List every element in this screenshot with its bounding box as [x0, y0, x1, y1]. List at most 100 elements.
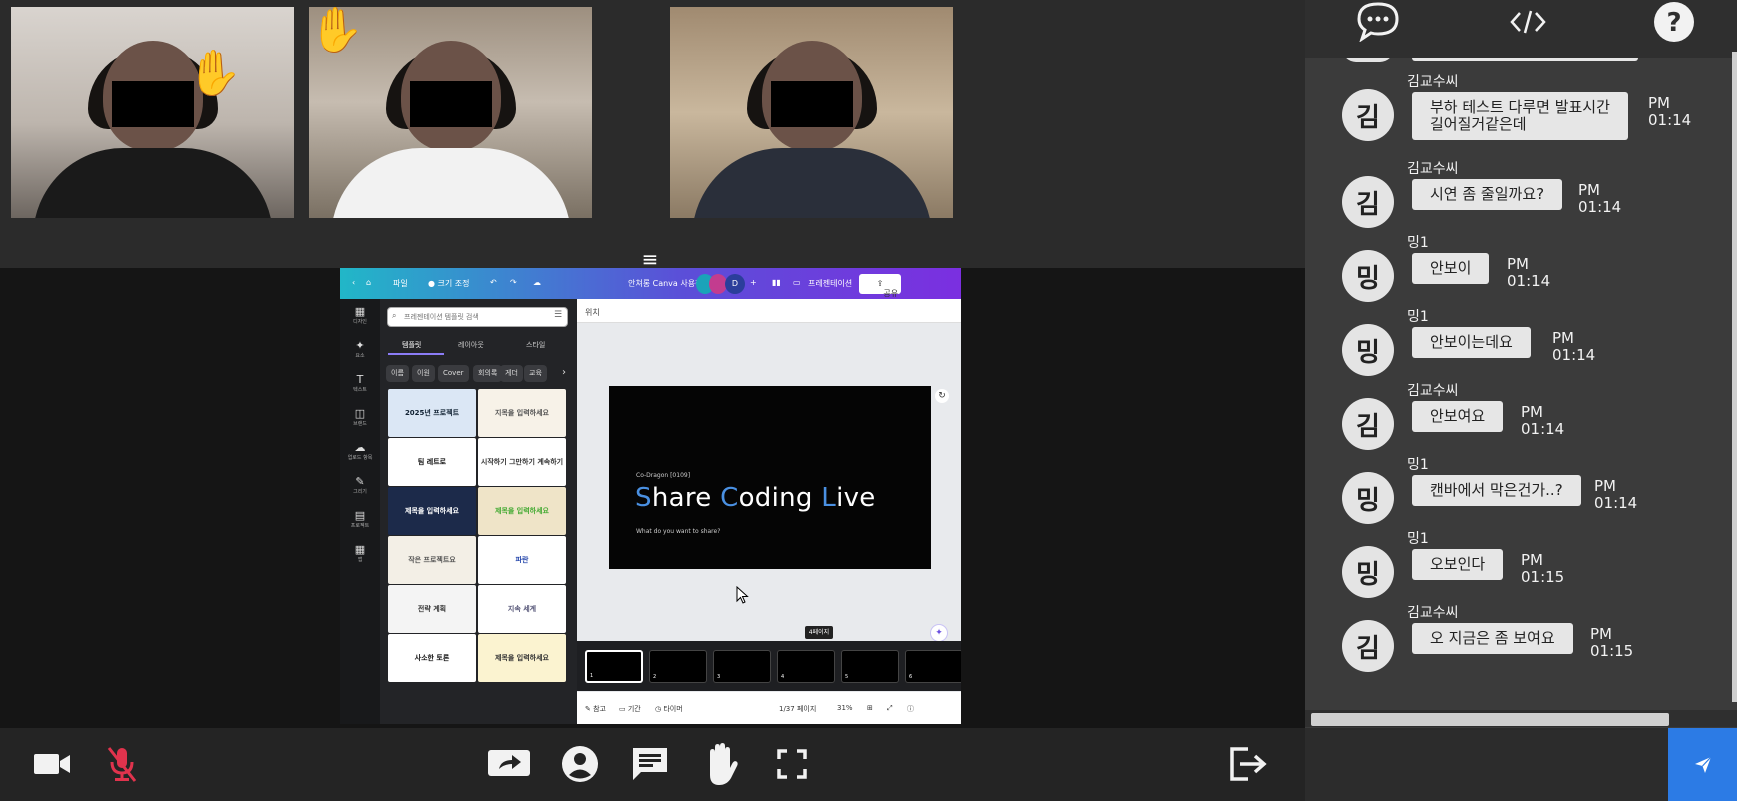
message-time: PM 01:14: [1594, 478, 1637, 512]
message-bubble[interactable]: 안보여요: [1412, 401, 1504, 432]
filter-chip[interactable]: 교육: [524, 365, 547, 382]
timer-button[interactable]: ◷ 타이머: [655, 704, 683, 714]
mouse-cursor-icon: [736, 586, 749, 604]
help-icon[interactable]: ⓘ: [907, 704, 914, 714]
template-search-input[interactable]: [387, 307, 568, 327]
template-thumbnail[interactable]: 2025년 프로젝트: [388, 389, 476, 437]
present-icon[interactable]: ▭: [793, 278, 801, 287]
resize-menu[interactable]: ● 크기 조정: [428, 278, 470, 289]
template-thumbnail[interactable]: 제목을 입력하세요: [478, 634, 566, 682]
rail-item-0[interactable]: ▦ 디자인: [340, 305, 380, 335]
filter-chip[interactable]: 이름: [386, 365, 409, 382]
back-chevron-icon[interactable]: ‹: [352, 278, 355, 287]
zoom-level[interactable]: 31%: [837, 704, 853, 712]
camera-toggle-button[interactable]: [26, 738, 78, 790]
tab-layouts[interactable]: 레이아웃: [458, 340, 484, 350]
rail-icon: ☁: [354, 441, 366, 454]
filter-chip[interactable]: 게더: [500, 365, 523, 382]
current-slide[interactable]: Co-Dragon [0109] Share Coding Live What …: [609, 386, 931, 569]
template-thumbnail[interactable]: 작은 프로젝트요: [388, 536, 476, 584]
rail-item-3[interactable]: ◫ 브랜드: [340, 407, 380, 437]
tab-styles[interactable]: 스타일: [526, 340, 545, 350]
slide-frame[interactable]: 6: [905, 650, 961, 683]
participant-video-2[interactable]: ✋: [309, 7, 592, 218]
page-count[interactable]: 1/37 페이지: [779, 704, 816, 714]
filter-icon[interactable]: ☰: [554, 310, 562, 320]
template-thumbnail[interactable]: 지목을 입력하세요: [478, 389, 566, 437]
slide-frame[interactable]: 4: [777, 650, 835, 683]
message-bubble[interactable]: 안보이는데요: [1412, 327, 1531, 358]
template-thumbnail[interactable]: 제목을 입력하세요: [388, 487, 476, 535]
help-icon[interactable]: ?: [1650, 0, 1698, 44]
chat-horizontal-scrollbar[interactable]: [1305, 710, 1737, 727]
fullscreen-button[interactable]: [766, 738, 818, 790]
refresh-icon[interactable]: ↻: [935, 389, 949, 403]
chat-message-input[interactable]: [1305, 728, 1668, 801]
rail-item-1[interactable]: ✦ 요소: [340, 339, 380, 369]
slide-frame[interactable]: 5: [841, 650, 899, 683]
template-thumbnail[interactable]: 전략 계획: [388, 585, 476, 633]
grid-view-icon[interactable]: ⊞: [867, 704, 873, 712]
message-time: PM 01:14: [1578, 182, 1621, 216]
avatar: 김: [1342, 620, 1394, 672]
file-menu[interactable]: 파일: [393, 278, 408, 289]
participant-video-1[interactable]: ✋: [11, 7, 294, 218]
code-icon[interactable]: [1504, 0, 1552, 44]
template-thumbnail[interactable]: 사소한 토론: [388, 634, 476, 682]
time-clock: 01:14: [1552, 346, 1596, 364]
title-letter: S: [635, 483, 652, 513]
participant-video-3[interactable]: [670, 7, 953, 218]
message-bubble[interactable]: 안보이: [1412, 253, 1490, 284]
home-icon[interactable]: ⌂: [366, 278, 371, 287]
template-thumbnail[interactable]: 파란: [478, 536, 566, 584]
filter-chip[interactable]: 회의록: [473, 365, 503, 382]
redo-icon[interactable]: ↷: [510, 278, 517, 287]
message-bubble[interactable]: 캔바에서 막은건가..?: [1412, 475, 1581, 506]
chat-toggle-button[interactable]: [624, 738, 676, 790]
scrollbar-thumb[interactable]: [1311, 713, 1669, 726]
slide-frame[interactable]: 2: [649, 650, 707, 683]
notes-button[interactable]: ✎ 참고: [585, 704, 606, 714]
slide-frame[interactable]: 1: [585, 650, 643, 683]
participants-button[interactable]: [554, 738, 606, 790]
cloud-save-icon[interactable]: ☁: [533, 278, 541, 287]
presentation-button[interactable]: 프레젠테이션: [808, 278, 852, 289]
mic-toggle-button[interactable]: [96, 738, 148, 790]
message-bubble[interactable]: 오 지금은 좀 보여요: [1412, 623, 1573, 654]
chat-bubble-icon[interactable]: [1354, 0, 1402, 44]
user-avatar[interactable]: D: [725, 274, 745, 294]
rail-item-7[interactable]: ▦ 앱: [340, 543, 380, 573]
rail-icon: ▤: [354, 509, 366, 522]
rail-icon: ▦: [354, 305, 366, 318]
filter-chip[interactable]: 이원: [412, 365, 435, 382]
send-button[interactable]: [1668, 728, 1737, 801]
undo-icon[interactable]: ↶: [490, 278, 497, 287]
tab-templates[interactable]: 템플릿: [402, 340, 421, 350]
screen-share-button[interactable]: [483, 738, 535, 790]
duration-button[interactable]: ▭ 기간: [619, 704, 641, 714]
rail-item-6[interactable]: ▤ 프로젝트: [340, 509, 380, 539]
fullscreen-icon[interactable]: ⤢: [887, 704, 893, 713]
leave-meeting-button[interactable]: [1222, 738, 1274, 790]
scrollbar-thumb[interactable]: [1732, 52, 1737, 702]
resize-handle-icon[interactable]: ≡: [639, 248, 661, 270]
message-bubble[interactable]: 오보인다: [1412, 549, 1504, 580]
add-collaborator-icon[interactable]: +: [750, 278, 757, 287]
template-thumbnail[interactable]: 지속 세계: [478, 585, 566, 633]
rail-item-4[interactable]: ☁ 업로드 항목: [340, 441, 380, 471]
magic-assist-icon[interactable]: ✦: [930, 624, 948, 642]
template-thumbnail[interactable]: 팀 레트로: [388, 438, 476, 486]
chat-vertical-scrollbar[interactable]: [1732, 52, 1737, 702]
message-bubble[interactable]: 부하 테스트 다루면 발표시간 길어질거같은데: [1412, 92, 1628, 140]
template-thumbnail[interactable]: 제목을 입력하세요: [478, 487, 566, 535]
raise-hand-button[interactable]: [695, 738, 747, 790]
slide-frame[interactable]: 3: [713, 650, 771, 683]
template-thumbnail[interactable]: 시작하기 그만하기 계속하기: [478, 438, 566, 486]
message-bubble[interactable]: 시연 좀 줄일까요?: [1412, 179, 1563, 210]
chevron-right-icon[interactable]: ›: [562, 367, 566, 378]
rail-item-2[interactable]: T 텍스트: [340, 373, 380, 403]
analytics-icon[interactable]: ▮▮: [772, 278, 781, 287]
filter-chip[interactable]: Cover: [438, 365, 469, 382]
rail-item-5[interactable]: ✎ 그리기: [340, 475, 380, 505]
share-button[interactable]: ⇪ 공유: [859, 274, 901, 298]
